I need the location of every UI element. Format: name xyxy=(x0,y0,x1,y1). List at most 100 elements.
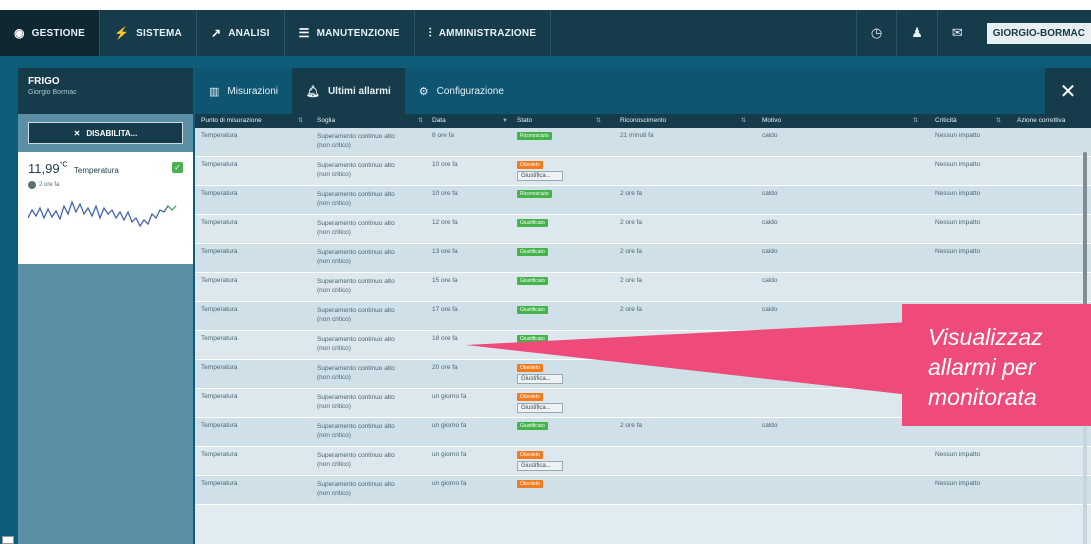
corner-tag xyxy=(2,536,14,544)
device-name: FRIGO xyxy=(28,76,60,87)
giustifica-button[interactable]: Giustifica... xyxy=(517,403,563,413)
bolt-icon: ⚡ xyxy=(113,26,130,40)
tab-bar: ▥ Misurazioni 🔔︎ Ultimi allarmi ⚙ Config… xyxy=(195,68,1091,114)
cell-stato: Giustificato xyxy=(517,219,548,227)
soglia-text: Superamento continuo alto xyxy=(317,365,395,372)
status-badge: Obsoleto xyxy=(517,451,544,459)
cell-punto: Temperatura xyxy=(201,161,238,168)
table-row[interactable]: Temperatura Superamento continuo alto (non… xyxy=(195,244,1091,273)
nav-label: ANALISI xyxy=(228,27,270,39)
cell-soglia: Superamento continuo alto (non critico) xyxy=(317,132,395,150)
cell-stato: Giustificato xyxy=(517,306,548,314)
table-row[interactable]: Temperatura Superamento continuo alto (non… xyxy=(195,157,1091,186)
soglia-note: (non critico) xyxy=(317,345,351,352)
cell-soglia: Superamento continuo alto (non critico) xyxy=(317,248,395,266)
status-badge: Giustificato xyxy=(517,248,548,256)
table-row[interactable]: Temperatura Superamento continuo alto (non… xyxy=(195,186,1091,215)
soglia-note: (non critico) xyxy=(317,171,351,178)
eye-icon: ◉ xyxy=(14,26,25,40)
status-badge: Giustificato xyxy=(517,306,548,314)
status-badge: Riconosciuto xyxy=(517,132,552,140)
nav-label: GESTIONE xyxy=(31,27,85,39)
table-row[interactable]: Temperatura Superamento continuo alto (non… xyxy=(195,273,1091,302)
device-panel: FRIGO Giorgio Bormac ✕ DISABILITA... 11,… xyxy=(18,68,193,544)
cell-criticita: Nessun impatto xyxy=(935,132,981,139)
device-owner: Giorgio Bormac xyxy=(28,89,77,96)
table-header: Punto di misurazione ⇅ Soglia ⇅ Data ▼ Stat… xyxy=(195,114,1091,128)
cell-riconoscimento: 2 ore fa xyxy=(620,248,643,255)
sensor-card[interactable]: 11,99°C Temperatura 2 ore fa ✓ xyxy=(18,152,193,264)
cell-soglia: Superamento continuo alto (non critico) xyxy=(317,364,395,382)
giustifica-button[interactable]: Giustifica... xyxy=(517,374,563,384)
nav-item-analisi[interactable]: ↗ ANALISI xyxy=(197,10,285,56)
column-header[interactable]: Data ▼ xyxy=(432,114,512,128)
status-badge: Obsoleto xyxy=(517,161,544,169)
nav-item-amministrazione[interactable]: ⫶ AMMINISTRAZIONE xyxy=(415,10,552,56)
cell-data: 12 ore fa xyxy=(432,219,458,226)
nav-item-gestione[interactable]: ◉ GESTIONE xyxy=(0,10,100,56)
cell-punto: Temperatura xyxy=(201,306,238,313)
status-badge: Obsoleto xyxy=(517,480,544,488)
cell-data: 13 ore fa xyxy=(432,248,458,255)
cell-motivo: caldo xyxy=(762,248,778,255)
cell-data: 8 ore fa xyxy=(432,132,455,139)
soglia-note: (non critico) xyxy=(317,142,351,149)
soglia-text: Superamento continuo alto xyxy=(317,162,395,169)
cell-data: 17 ore fa xyxy=(432,306,458,313)
nav-item-manutenzione[interactable]: ☰ MANUTENZIONE xyxy=(285,10,415,56)
cell-punto: Temperatura xyxy=(201,422,238,429)
table-row[interactable]: Temperatura Superamento continuo alto (non… xyxy=(195,215,1091,244)
callout-line: monitorata xyxy=(928,384,1037,410)
cell-stato: Obsoleto Giustifica... xyxy=(517,451,563,471)
cell-stato: Obsoleto xyxy=(517,480,544,488)
table-row[interactable]: Temperatura Superamento continuo alto (non… xyxy=(195,128,1091,157)
column-header[interactable]: Azione correttiva xyxy=(1017,114,1091,128)
cell-punto: Temperatura xyxy=(201,480,238,487)
user-icon[interactable]: ♟ xyxy=(896,10,937,56)
column-header[interactable]: Stato ⇅ xyxy=(517,114,605,128)
cell-data: 18 ore fa xyxy=(432,335,458,342)
cell-criticita: Nessun impatto xyxy=(935,219,981,226)
column-header[interactable]: Criticità ⇅ xyxy=(935,114,1005,128)
soglia-text: Superamento continuo alto xyxy=(317,307,395,314)
soglia-text: Superamento continuo alto xyxy=(317,278,395,285)
column-header[interactable]: Punto di misurazione ⇅ xyxy=(201,114,307,128)
clock-icon[interactable]: ◷ xyxy=(855,10,896,56)
cell-soglia: Superamento continuo alto (non critico) xyxy=(317,277,395,295)
column-header[interactable]: Riconoscimento ⇅ xyxy=(620,114,750,128)
cell-riconoscimento: 2 ore fa xyxy=(620,190,643,197)
nav-item-sistema[interactable]: ⚡ SISTEMA xyxy=(100,10,197,56)
tab-configurazione[interactable]: ⚙ Configurazione xyxy=(405,68,518,114)
cell-criticita: Nessun impatto xyxy=(935,480,981,487)
cell-riconoscimento: 2 ore fa xyxy=(620,219,643,226)
giustifica-button[interactable]: Giustifica... xyxy=(517,461,563,471)
nav-right-group: ◷ ♟ ✉ GIORGIO-BORMAC xyxy=(855,10,1091,56)
soglia-text: Superamento continuo alto xyxy=(317,394,395,401)
mail-icon[interactable]: ✉ xyxy=(936,10,977,56)
cell-data: 20 ore fa xyxy=(432,364,458,371)
tab-ultimi-allarmi[interactable]: 🔔︎ Ultimi allarmi xyxy=(291,68,405,114)
giustifica-button[interactable]: Giustifica... xyxy=(517,171,563,181)
tab-misurazioni[interactable]: ▥ Misurazioni xyxy=(195,68,292,114)
cell-motivo: caldo xyxy=(762,132,778,139)
table-row[interactable]: Temperatura Superamento continuo alto (non… xyxy=(195,447,1091,476)
sensor-value: 11,99 xyxy=(28,161,60,176)
table-row[interactable]: Temperatura Superamento continuo alto (non… xyxy=(195,476,1091,505)
nav-label: MANUTENZIONE xyxy=(316,27,400,39)
cell-data: 15 ore fa xyxy=(432,277,458,284)
app-window: ◉ GESTIONE ⚡ SISTEMA ↗ ANALISI ☰ MANUTEN… xyxy=(0,10,1091,544)
cell-stato: Riconosciuto xyxy=(517,132,552,140)
soglia-text: Superamento continuo alto xyxy=(317,423,395,430)
cell-motivo: caldo xyxy=(762,422,778,429)
sensor-label: Temperatura xyxy=(73,166,119,175)
cell-riconoscimento: 2 ore fa xyxy=(620,422,643,429)
column-header[interactable]: Motivo ⇅ xyxy=(762,114,922,128)
cell-stato: Obsoleto Giustifica... xyxy=(517,161,563,181)
user-badge[interactable]: GIORGIO-BORMAC xyxy=(986,22,1091,44)
cell-stato: Giustificato xyxy=(517,248,548,256)
disable-button[interactable]: ✕ DISABILITA... xyxy=(28,122,183,144)
column-header[interactable]: Soglia ⇅ xyxy=(317,114,427,128)
sensor-time: 2 ore fa xyxy=(39,182,60,188)
close-button[interactable]: ✕ xyxy=(1045,68,1091,114)
soglia-text: Superamento continuo alto xyxy=(317,481,395,488)
